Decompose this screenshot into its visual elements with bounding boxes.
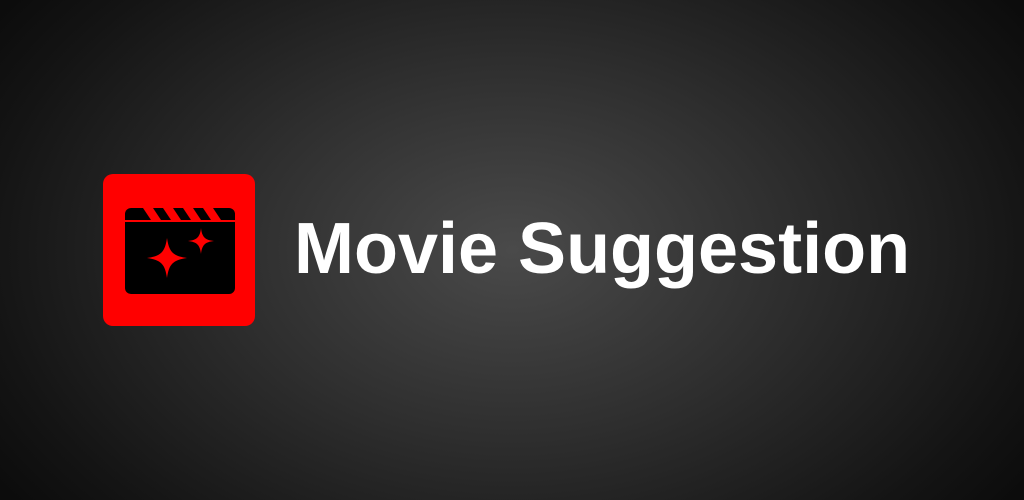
feature-banner: Movie Suggestion <box>0 0 1024 500</box>
app-title: Movie Suggestion <box>294 209 911 289</box>
clapperboard-sparkle-icon <box>103 174 255 326</box>
